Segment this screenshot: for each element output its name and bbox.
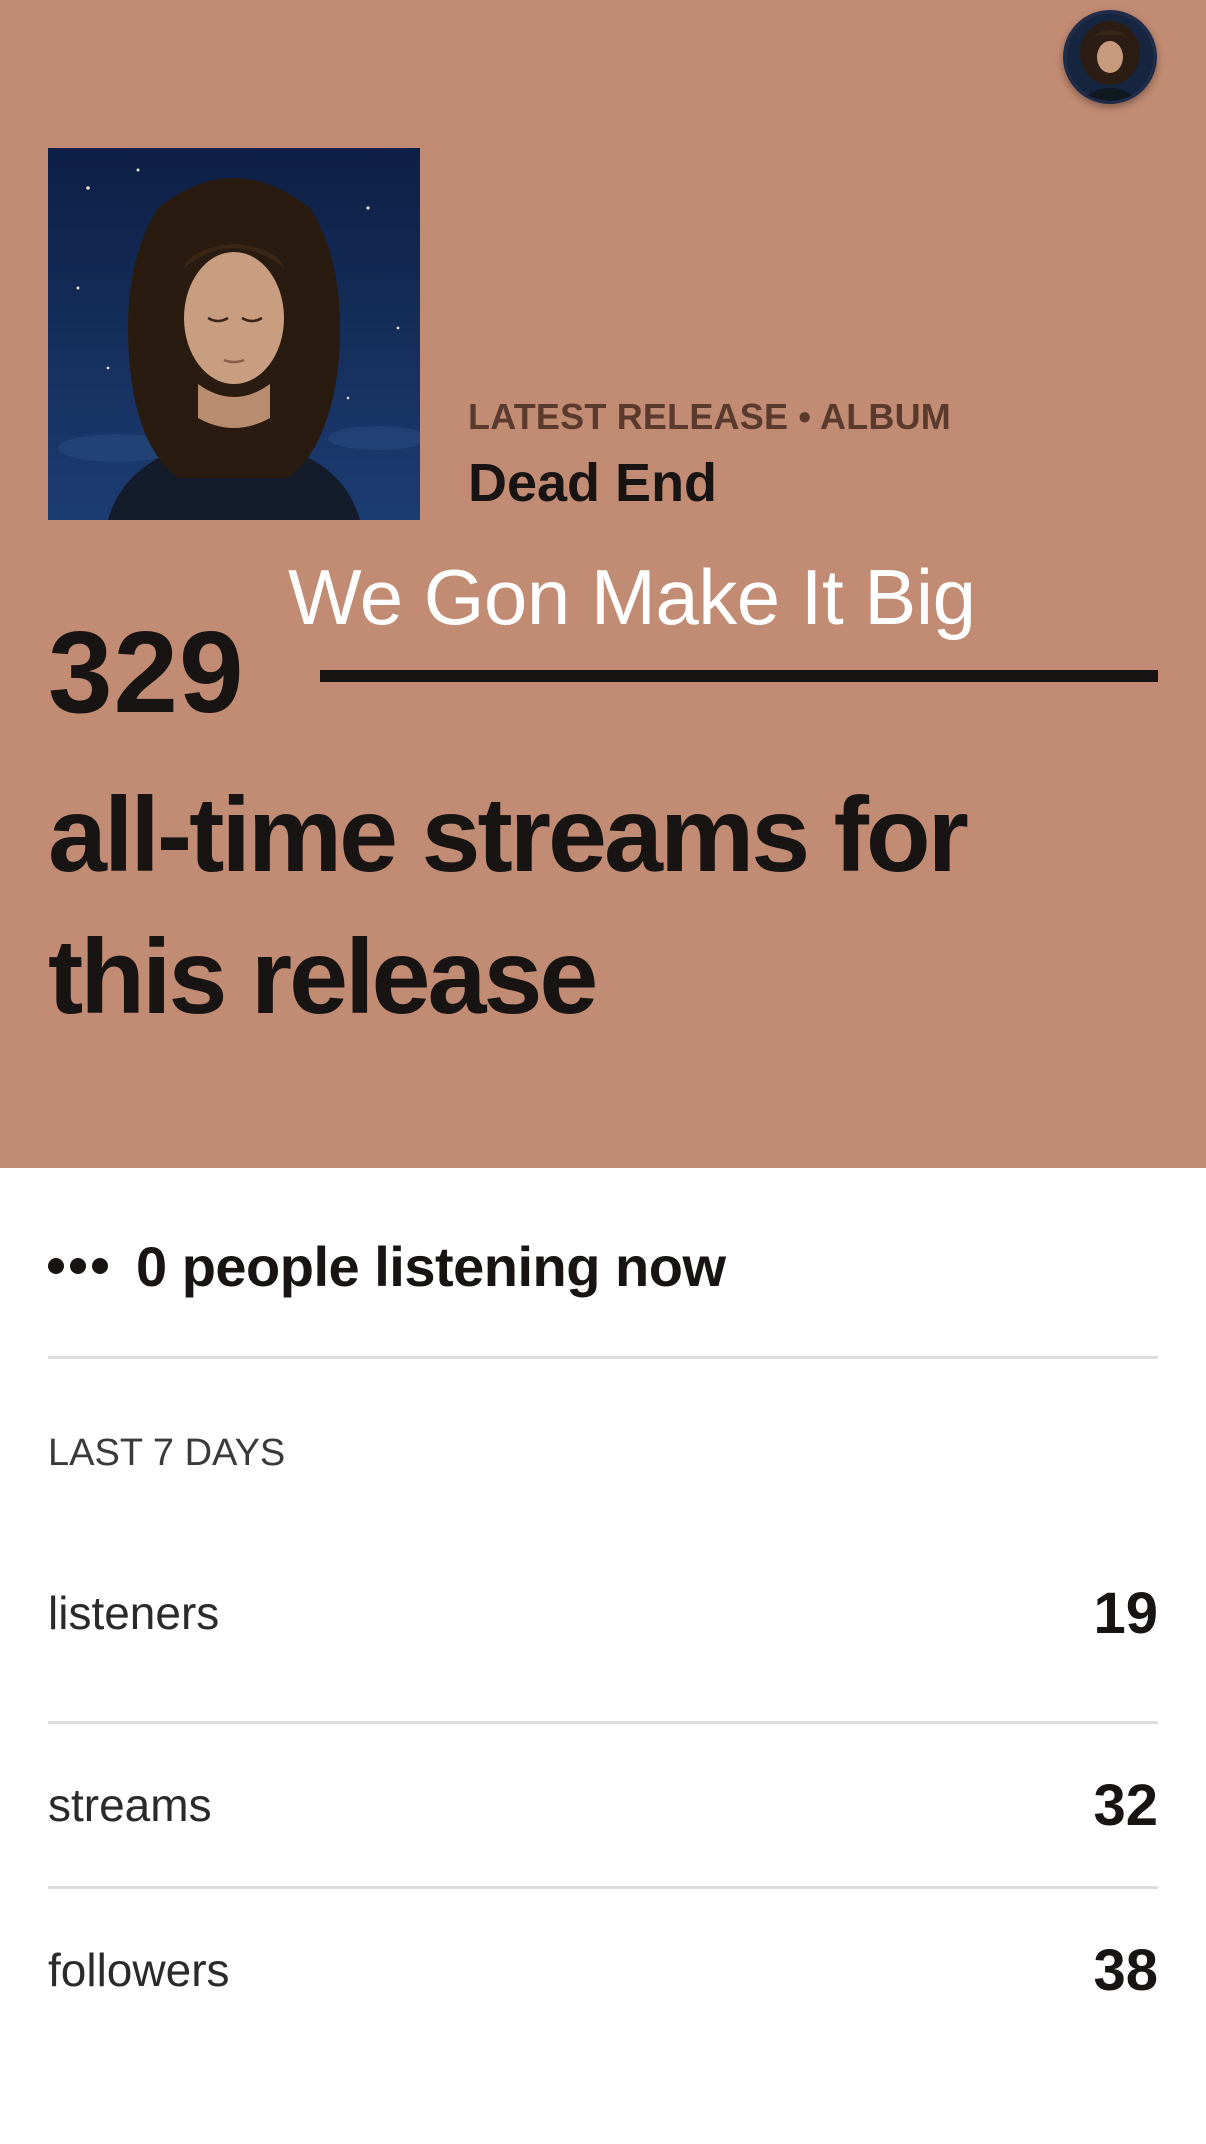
section-label-last-7-days: LAST 7 DAYS [48, 1432, 286, 1474]
stat-value: 19 [1093, 1580, 1158, 1646]
track-title-overlay: We Gon Make It Big [288, 553, 976, 641]
divider [48, 1886, 1158, 1889]
stat-row-listeners: listeners 19 [48, 1573, 1158, 1653]
stat-value: 32 [1093, 1772, 1158, 1838]
release-title[interactable]: Dead End [468, 452, 717, 514]
album-cover[interactable] [48, 148, 420, 520]
release-kicker: LATEST RELEASE • ALBUM [468, 396, 951, 437]
live-listeners-text: 0 people listening now [136, 1234, 726, 1298]
stat-row-streams: streams 32 [48, 1765, 1158, 1845]
artist-avatar[interactable] [1063, 10, 1157, 104]
stat-label: followers [48, 1944, 230, 1996]
divider [48, 1356, 1158, 1359]
stat-value: 38 [1093, 1937, 1158, 2003]
stat-row-followers: followers 38 [48, 1930, 1158, 2010]
decorative-rule [320, 670, 1158, 682]
all-time-stream-count: 329 [48, 607, 245, 737]
avatar-image [1066, 13, 1154, 101]
stat-label: streams [48, 1779, 212, 1831]
more-dots-icon [48, 1258, 108, 1274]
release-hero: LATEST RELEASE • ALBUM Dead End 329 We G… [0, 0, 1206, 1168]
live-listeners-row: 0 people listening now [48, 1226, 726, 1306]
stat-label: listeners [48, 1587, 220, 1639]
stream-caption: all-time streams for this release [48, 776, 969, 1036]
album-cover-art [48, 148, 420, 520]
divider [48, 1721, 1158, 1724]
